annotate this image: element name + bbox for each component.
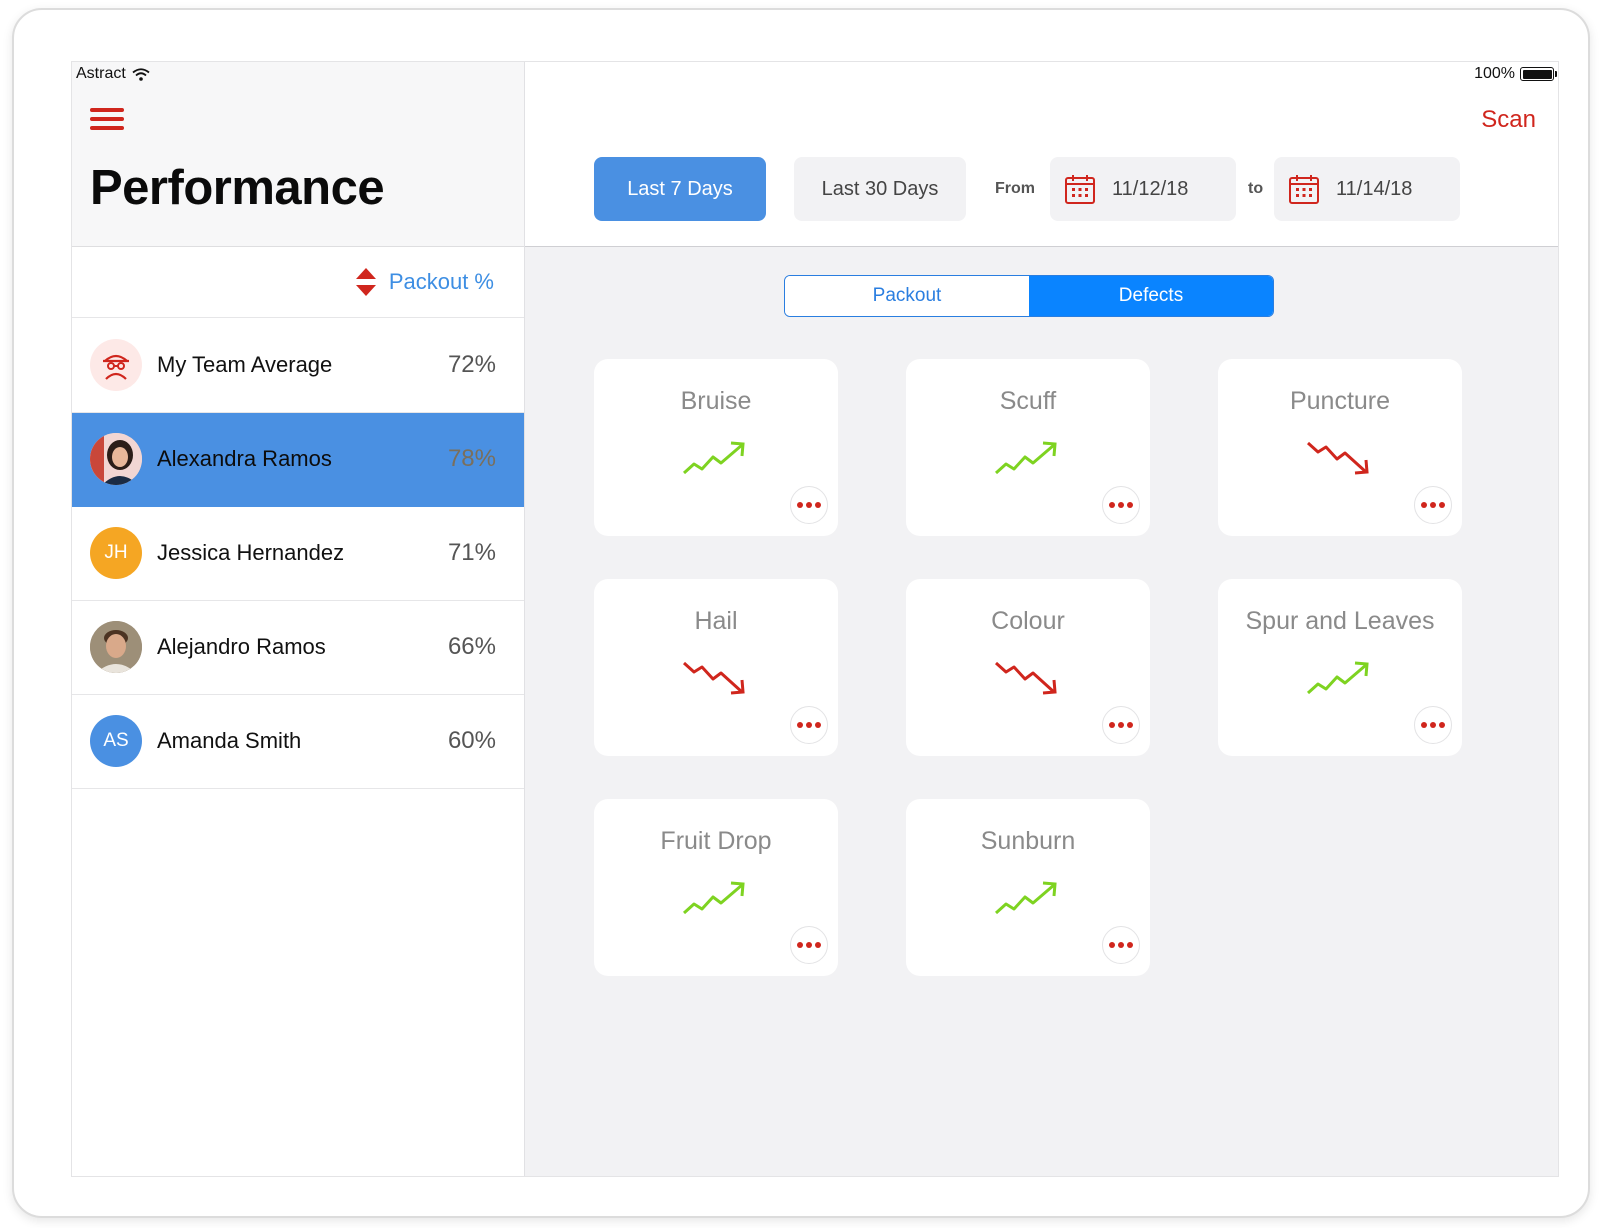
person-name: Amanda Smith (157, 728, 302, 753)
menu-icon[interactable] (90, 108, 124, 132)
trend-up-icon (682, 881, 745, 915)
main-panel: Scan Last 7 Days Last 30 Days From 11/12… (525, 62, 1558, 1176)
battery-indicator: 100% (1474, 65, 1557, 83)
carrier-name: Astract (76, 65, 126, 82)
avatar-photo (90, 621, 142, 673)
defect-card-scuff[interactable]: Scuff (906, 359, 1150, 536)
tablet-frame: Performance Packout % My Team Average 72… (12, 8, 1590, 1218)
person-name: Jessica Hernandez (157, 540, 345, 565)
from-date-picker[interactable]: 11/12/18 (1050, 157, 1236, 221)
defect-card-puncture[interactable]: Puncture (1218, 359, 1462, 536)
status-bar: Astract 100% (72, 62, 1558, 86)
person-packout-pct: 60% (447, 727, 496, 754)
sort-packout-button[interactable]: Packout % (355, 267, 494, 297)
defect-title: Puncture (1289, 387, 1391, 415)
defect-title: Spur and Leaves (1245, 607, 1435, 635)
defect-title: Scuff (999, 387, 1057, 415)
to-date-picker[interactable]: 11/14/18 (1274, 157, 1460, 221)
more-options-button[interactable] (1102, 706, 1140, 744)
calendar-icon (1065, 175, 1095, 204)
person-packout-pct: 78% (447, 445, 496, 472)
list-item-amanda-smith[interactable]: AS Amanda Smith 60% (72, 695, 524, 789)
list-item-team-average[interactable]: My Team Average 72% (72, 319, 524, 413)
more-options-button[interactable] (790, 706, 828, 744)
more-options-button[interactable] (1102, 486, 1140, 524)
defect-title: Colour (991, 607, 1065, 635)
person-packout-pct: 72% (447, 351, 496, 378)
person-name: Alejandro Ramos (157, 634, 326, 659)
from-date-value: 11/12/18 (1112, 177, 1189, 200)
to-label: to (1248, 180, 1264, 197)
defect-title: Hail (694, 607, 738, 635)
filter-header: Scan Last 7 Days Last 30 Days From 11/12… (525, 62, 1558, 247)
last-7-days-button[interactable]: Last 7 Days (594, 157, 766, 221)
defect-card-sunburn[interactable]: Sunburn (906, 799, 1150, 976)
person-packout-pct: 66% (447, 633, 496, 660)
avatar-initials-text: JH (104, 542, 128, 563)
list-item-alejandro-ramos[interactable]: Alejandro Ramos 66% (72, 601, 524, 695)
more-options-button[interactable] (790, 926, 828, 964)
tab-defects[interactable]: Defects (1029, 276, 1273, 316)
trend-down-icon (1306, 441, 1369, 475)
list-item-alexandra-ramos[interactable]: Alexandra Ramos 78% (72, 413, 524, 507)
calendar-icon (1289, 175, 1319, 204)
defect-title: Fruit Drop (660, 827, 772, 855)
more-options-button[interactable] (1414, 706, 1452, 744)
to-date-value: 11/14/18 (1336, 177, 1413, 200)
trend-up-icon (1306, 661, 1369, 695)
defect-card-colour[interactable]: Colour (906, 579, 1150, 756)
sidebar: Performance Packout % My Team Average 72… (72, 62, 525, 1176)
wifi-icon (132, 67, 150, 81)
trend-down-icon (994, 661, 1057, 695)
more-options-button[interactable] (1102, 926, 1140, 964)
sort-row: Packout % (72, 247, 524, 318)
trend-up-icon (994, 881, 1057, 915)
battery-icon (1520, 67, 1557, 81)
last-30-days-button[interactable]: Last 30 Days (794, 157, 966, 221)
defect-card-hail[interactable]: Hail (594, 579, 838, 756)
team-avatar-icon (90, 339, 142, 391)
packout-defects-toggle: Packout Defects (784, 275, 1274, 317)
defect-card-spur-and-leaves[interactable]: Spur and Leaves (1218, 579, 1462, 756)
trend-down-icon (682, 661, 745, 695)
defect-card-bruise[interactable]: Bruise (594, 359, 838, 536)
battery-percent: 100% (1474, 65, 1515, 82)
defect-card-fruit-drop[interactable]: Fruit Drop (594, 799, 838, 976)
carrier-indicator: Astract (76, 65, 150, 83)
person-name: My Team Average (157, 352, 333, 377)
person-name: Alexandra Ramos (157, 446, 332, 471)
list-item-jessica-hernandez[interactable]: JH Jessica Hernandez 71% (72, 507, 524, 601)
page-title: Performance (90, 161, 385, 215)
avatar-initials: JH (90, 527, 142, 579)
more-options-button[interactable] (1414, 486, 1452, 524)
from-label: From (995, 180, 1035, 197)
tab-packout[interactable]: Packout (785, 276, 1029, 316)
avatar-photo (90, 433, 142, 485)
more-options-button[interactable] (790, 486, 828, 524)
sort-arrows-icon (355, 268, 376, 296)
defect-title: Bruise (680, 387, 752, 415)
app-screen: Performance Packout % My Team Average 72… (71, 61, 1559, 1177)
avatar-initials: AS (90, 715, 142, 767)
trend-up-icon (682, 441, 745, 475)
defect-title: Sunburn (980, 827, 1076, 855)
sort-label: Packout % (388, 269, 494, 294)
sidebar-header: Performance (72, 62, 524, 247)
trend-up-icon (994, 441, 1057, 475)
avatar-initials-text: AS (103, 730, 129, 751)
people-list: My Team Average 72% Alexandra Ramos 78% … (72, 319, 524, 789)
person-packout-pct: 71% (447, 539, 496, 566)
scan-button[interactable]: Scan (1481, 106, 1536, 134)
